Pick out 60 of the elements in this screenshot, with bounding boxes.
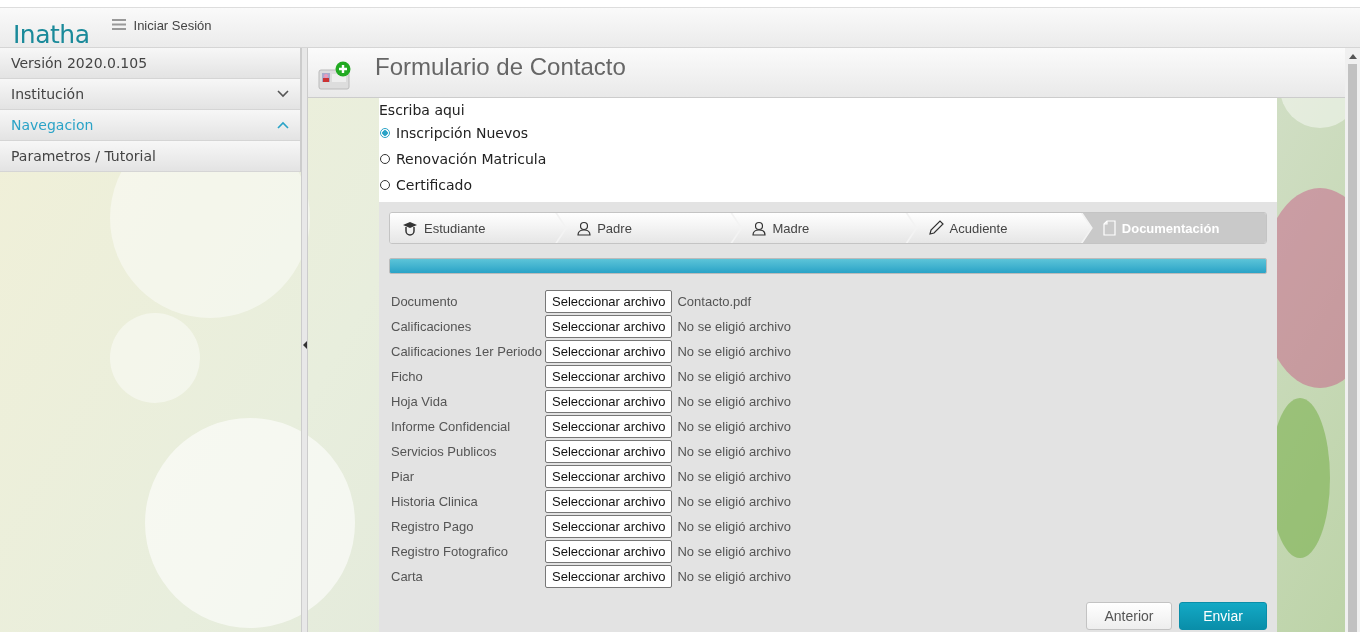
- choose-file-button[interactable]: Seleccionar archivo: [545, 390, 673, 413]
- field-label: Historia Clinica: [391, 494, 479, 509]
- scroll-up-icon[interactable]: [1348, 54, 1357, 59]
- choose-file-button[interactable]: Seleccionar archivo: [545, 490, 673, 513]
- menu-icon[interactable]: [111, 19, 126, 30]
- field-label: Piar: [391, 469, 416, 484]
- sidebar-item[interactable]: Versión 2020.0.105: [0, 48, 300, 79]
- document-icon: [1102, 220, 1116, 236]
- file-status: No se eligió archivo: [677, 319, 791, 334]
- radio-option[interactable]: Inscripción Nuevos: [379, 120, 1277, 146]
- field-label: Informe Confidencial: [391, 419, 512, 434]
- add-contact-icon: [318, 60, 352, 91]
- login-link[interactable]: Iniciar Sesión: [133, 18, 212, 33]
- choose-file-button[interactable]: Seleccionar archivo: [545, 465, 673, 488]
- back-button[interactable]: Anterior: [1086, 602, 1172, 630]
- choose-file-button[interactable]: Seleccionar archivo: [545, 540, 673, 563]
- file-status: No se eligió archivo: [677, 394, 791, 409]
- file-status: No se eligió archivo: [677, 519, 791, 534]
- choose-file-button[interactable]: Seleccionar archivo: [545, 365, 673, 388]
- field-label: Registro Pago: [391, 519, 475, 534]
- choose-file-button[interactable]: Seleccionar archivo: [545, 315, 673, 338]
- choose-file-button[interactable]: Seleccionar archivo: [545, 340, 673, 363]
- choose-file-button[interactable]: Seleccionar archivo: [545, 440, 673, 463]
- file-status: No se eligió archivo: [677, 344, 791, 359]
- field-label: Hoja Vida: [391, 394, 449, 409]
- person-icon: [752, 220, 767, 236]
- chevron-down-icon: [277, 90, 289, 98]
- step-tab[interactable]: Acudiente: [907, 213, 1091, 243]
- file-status: No se eligió archivo: [677, 544, 791, 559]
- file-status: No se eligió archivo: [677, 494, 791, 509]
- sidebar-item[interactable]: Parametros / Tutorial: [0, 141, 300, 172]
- collapse-arrow-icon[interactable]: [302, 341, 307, 349]
- file-status: No se eligió archivo: [677, 444, 791, 459]
- field-label: Servicios Publicos: [391, 444, 498, 459]
- graduation-cap-icon: [402, 220, 418, 236]
- pencil-icon: [927, 220, 944, 236]
- choose-file-button[interactable]: Seleccionar archivo: [545, 415, 673, 438]
- field-label: Calificaciones 1er Periodo: [391, 344, 544, 359]
- file-status: No se eligió archivo: [677, 469, 791, 484]
- file-status: Contacto.pdf: [677, 294, 752, 309]
- logo[interactable]: Inatha: [13, 21, 90, 48]
- radio-option[interactable]: Certificado: [379, 172, 1277, 198]
- prompt-text: Escriba aqui: [379, 101, 466, 120]
- choose-file-button[interactable]: Seleccionar archivo: [545, 515, 673, 538]
- field-label: Registro Fotografico: [391, 544, 510, 559]
- file-status: No se eligió archivo: [677, 569, 791, 584]
- radio-button[interactable]: [380, 128, 390, 138]
- field-label: Calificaciones: [391, 319, 473, 334]
- field-label: Documento: [391, 294, 459, 309]
- choose-file-button[interactable]: Seleccionar archivo: [545, 565, 673, 588]
- chevron-up-icon: [277, 121, 289, 129]
- radio-option[interactable]: Renovación Matricula: [379, 146, 1277, 172]
- field-label: Carta: [391, 569, 424, 584]
- choose-file-button[interactable]: Seleccionar archivo: [545, 290, 673, 313]
- field-label: Ficho: [391, 369, 424, 384]
- file-status: No se eligió archivo: [677, 369, 791, 384]
- file-status: No se eligió archivo: [677, 419, 791, 434]
- person-icon: [577, 220, 592, 236]
- page-title: Formulario de Contacto: [375, 52, 626, 81]
- sidebar-item[interactable]: Institución: [0, 79, 300, 110]
